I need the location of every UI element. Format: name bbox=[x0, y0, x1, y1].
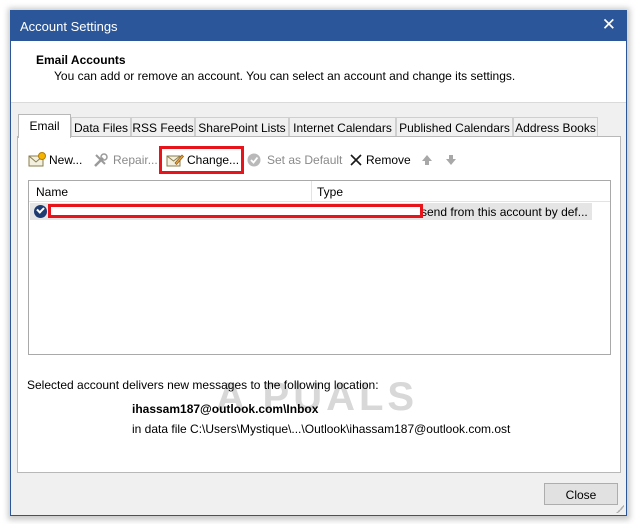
remove-x-icon bbox=[349, 152, 363, 168]
header-description: You can add or remove an account. You ca… bbox=[54, 69, 516, 83]
account-row[interactable]: send from this account by def... bbox=[30, 203, 592, 220]
tools-icon bbox=[92, 152, 110, 168]
column-header-name[interactable]: Name bbox=[36, 185, 68, 199]
default-account-check-icon bbox=[34, 205, 47, 218]
column-header-type[interactable]: Type bbox=[317, 185, 343, 199]
move-down-button[interactable] bbox=[445, 150, 460, 170]
resize-grip[interactable] bbox=[614, 503, 624, 513]
header-panel: Email Accounts You can add or remove an … bbox=[11, 41, 626, 103]
move-up-button[interactable] bbox=[421, 150, 436, 170]
header-title: Email Accounts bbox=[36, 53, 126, 67]
set-as-default-button[interactable]: Set as Default bbox=[246, 150, 342, 170]
window-title: Account Settings bbox=[20, 19, 118, 34]
delivery-folder-path: ihassam187@outlook.com\Inbox bbox=[132, 402, 319, 416]
repair-button[interactable]: Repair... bbox=[92, 150, 158, 170]
arrow-up-icon bbox=[421, 152, 433, 168]
arrow-down-icon bbox=[445, 152, 457, 168]
tab-address-books[interactable]: Address Books bbox=[513, 117, 598, 137]
change-button-label: Change... bbox=[187, 153, 240, 167]
account-settings-dialog: Account Settings ✕ Email Accounts You ca… bbox=[10, 10, 627, 516]
new-button-label: New... bbox=[49, 153, 83, 167]
repair-button-label: Repair... bbox=[113, 153, 158, 167]
delivery-data-file: in data file C:\Users\Mystique\...\Outlo… bbox=[132, 422, 511, 436]
redacted-account-name bbox=[51, 206, 422, 217]
default-check-icon bbox=[246, 152, 264, 168]
account-list[interactable]: Name Type send from this account by def.… bbox=[28, 180, 611, 355]
new-button[interactable]: New... bbox=[28, 150, 82, 170]
tab-email[interactable]: Email bbox=[18, 114, 71, 138]
account-type-text: send from this account by def... bbox=[421, 205, 588, 219]
new-account-icon bbox=[28, 152, 46, 168]
tab-data-files[interactable]: Data Files bbox=[71, 117, 131, 137]
tab-internet-calendars[interactable]: Internet Calendars bbox=[289, 117, 396, 137]
column-divider[interactable] bbox=[311, 181, 312, 202]
close-window-icon[interactable]: ✕ bbox=[602, 16, 616, 34]
close-button[interactable]: Close bbox=[544, 483, 618, 505]
remove-button-label: Remove bbox=[366, 153, 411, 167]
title-bar: Account Settings ✕ bbox=[11, 11, 626, 41]
remove-button[interactable]: Remove bbox=[349, 150, 411, 170]
tab-published-calendars[interactable]: Published Calendars bbox=[396, 117, 513, 137]
change-account-icon bbox=[166, 152, 184, 168]
tab-rss-feeds[interactable]: RSS Feeds bbox=[131, 117, 195, 137]
email-tab-panel: New... Repair... Change... Set as Defaul… bbox=[17, 136, 621, 473]
change-button[interactable]: Change... bbox=[166, 150, 239, 170]
list-header: Name Type bbox=[29, 181, 610, 202]
tab-sharepoint-lists[interactable]: SharePoint Lists bbox=[195, 117, 289, 137]
set-as-default-label: Set as Default bbox=[267, 153, 343, 167]
delivery-label: Selected account delivers new messages t… bbox=[27, 378, 379, 392]
